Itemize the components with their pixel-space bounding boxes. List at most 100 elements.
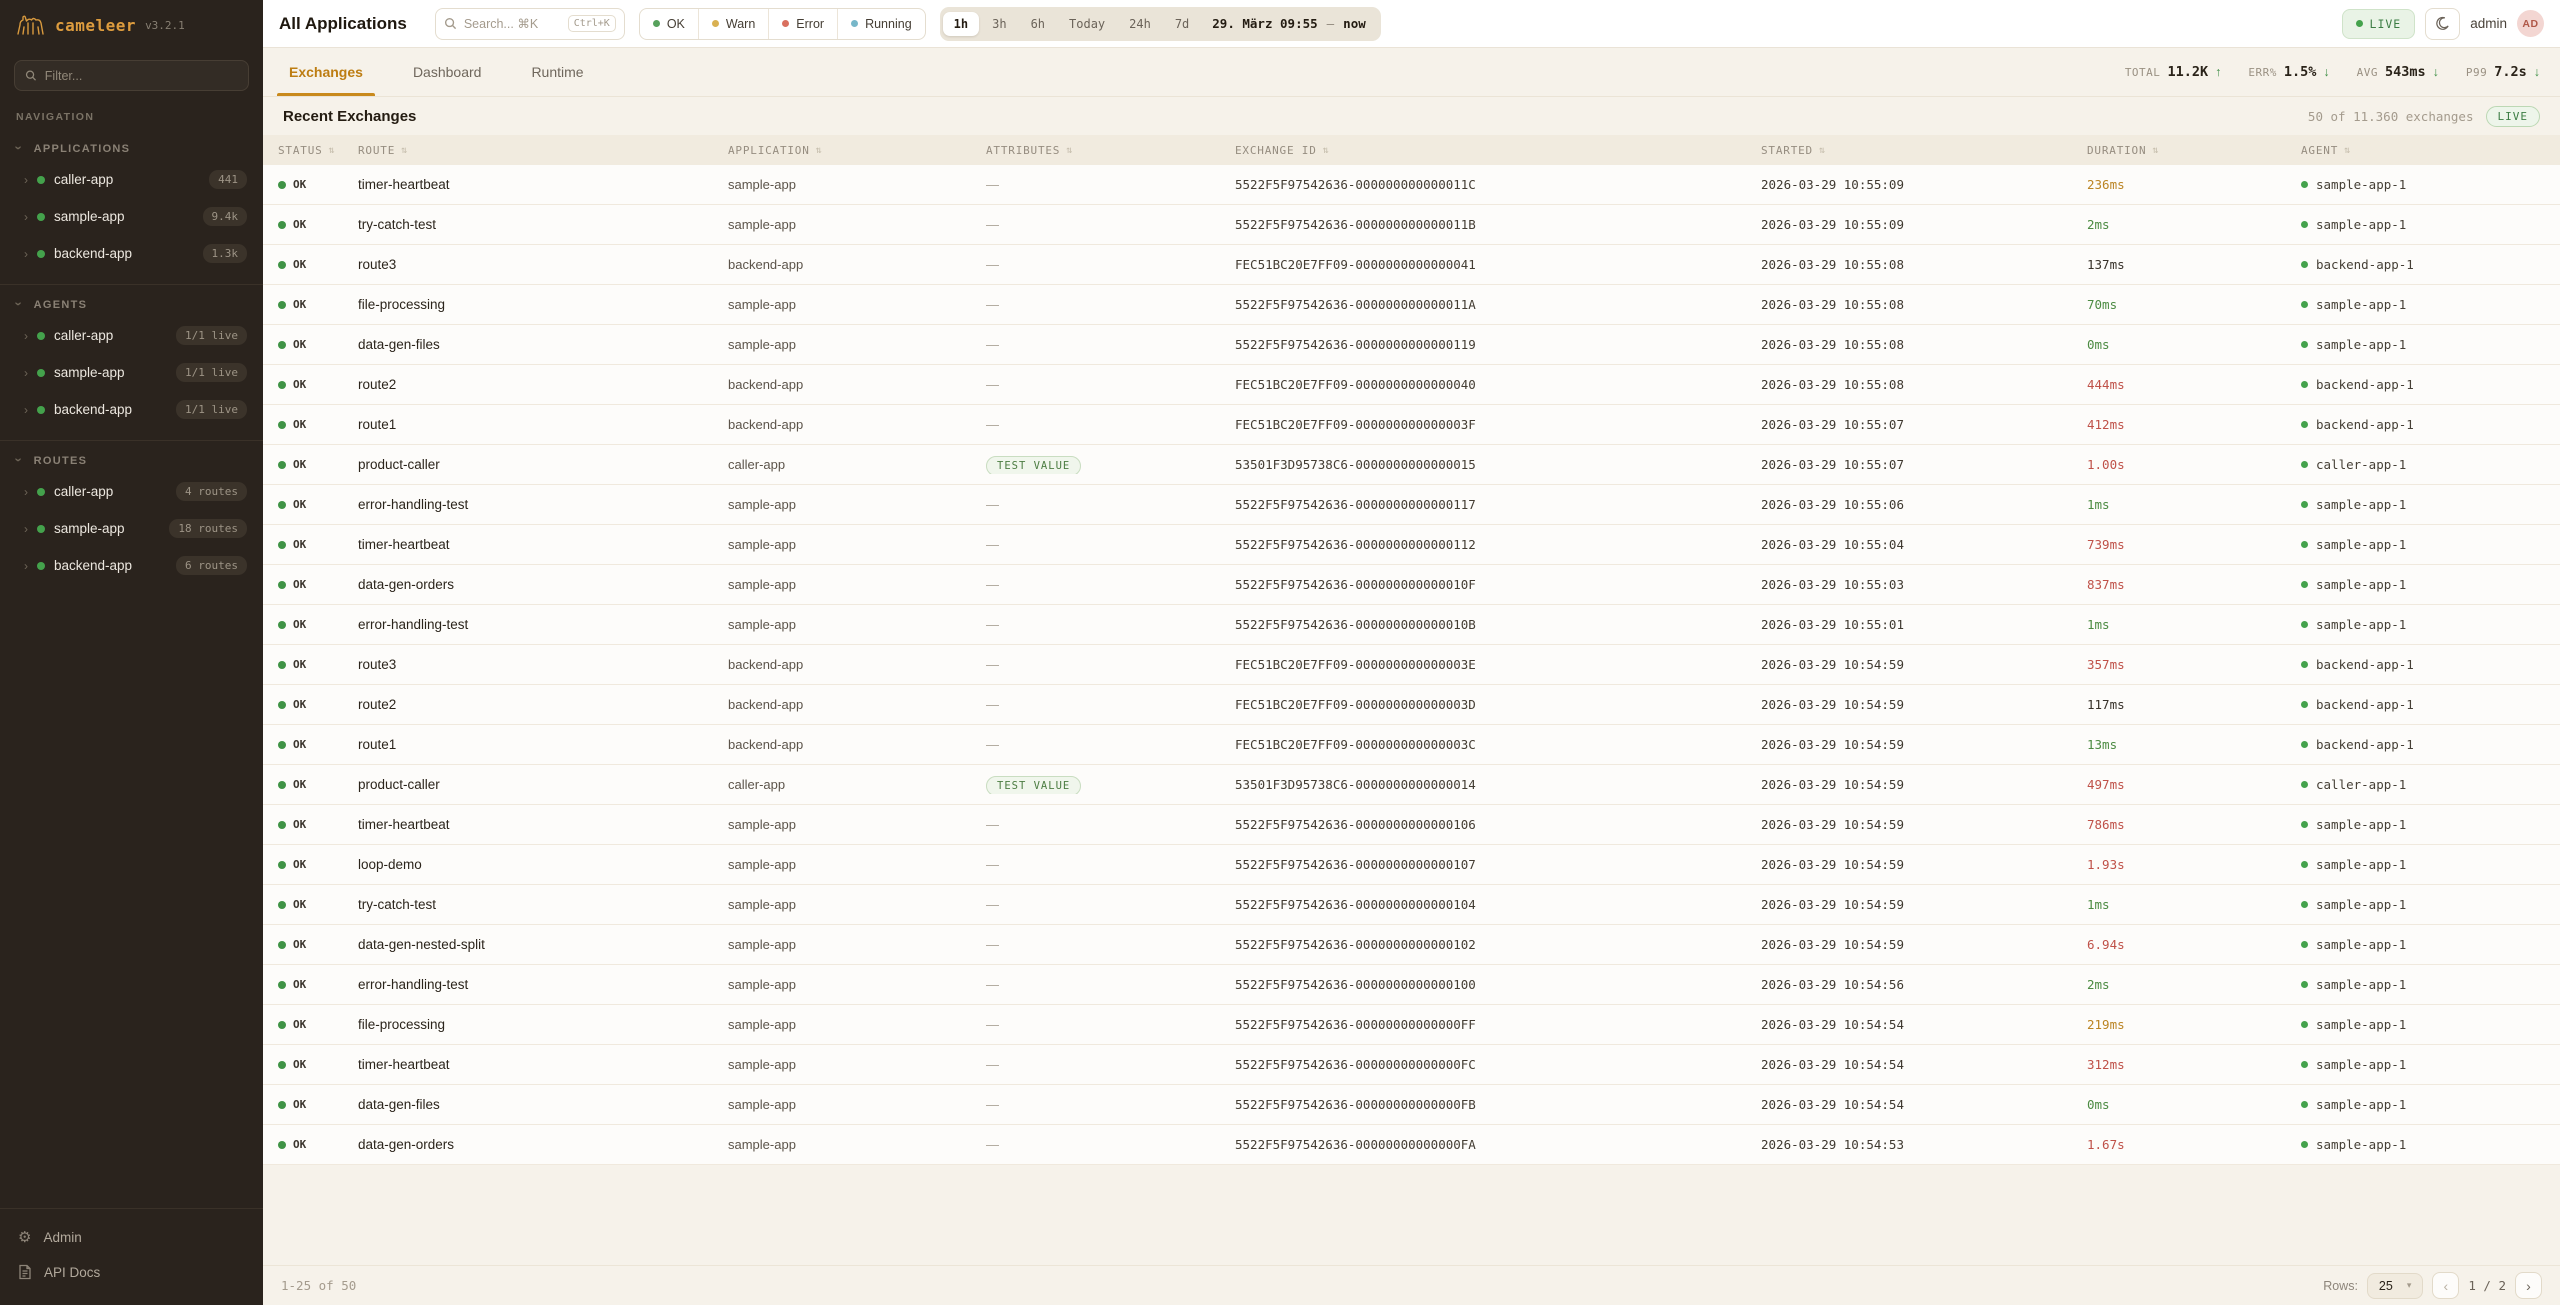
table-row[interactable]: OK timer-heartbeat sample-app — 5522F5F9… <box>263 525 2560 565</box>
live-toggle-button[interactable]: LIVE <box>2342 9 2416 39</box>
status-filter-chip[interactable]: Running <box>837 9 925 39</box>
duration-value: 2ms <box>2087 217 2110 232</box>
table-row[interactable]: OK error-handling-test sample-app — 5522… <box>263 605 2560 645</box>
ok-status-dot <box>278 981 286 989</box>
sort-icon: ⇅ <box>1066 145 1073 156</box>
agent-name: sample-app-1 <box>2316 497 2406 512</box>
table-row[interactable]: OK timer-heartbeat sample-app — 5522F5F9… <box>263 1045 2560 1085</box>
ctrl-k-shortcut: Ctrl+K <box>568 15 616 32</box>
column-header[interactable]: ATTRIBUTES ⇅ <box>986 144 1235 157</box>
previous-page-button[interactable]: ‹ <box>2432 1272 2459 1299</box>
filter-input[interactable] <box>45 69 238 83</box>
column-header[interactable]: EXCHANGE ID ⇅ <box>1235 144 1761 157</box>
exchange-id-cell: 5522F5F97542636-0000000000000102 <box>1235 937 1761 952</box>
search-input[interactable] <box>464 17 561 31</box>
column-header[interactable]: AGENT ⇅ <box>2301 144 2550 157</box>
table-row[interactable]: OK route2 backend-app — FEC51BC20E7FF09-… <box>263 365 2560 405</box>
table-row[interactable]: OK error-handling-test sample-app — 5522… <box>263 485 2560 525</box>
section-header-routes[interactable]: › ROUTES <box>0 445 263 473</box>
column-header[interactable]: APPLICATION ⇅ <box>728 144 986 157</box>
ok-status-dot <box>278 261 286 269</box>
tab[interactable]: Exchanges <box>283 48 369 96</box>
sidebar-item[interactable]: › backend-app 6 routes <box>0 547 263 584</box>
started-cell: 2026-03-29 10:55:01 <box>1761 617 2087 632</box>
rows-per-page-select[interactable]: 25 ▾ <box>2367 1273 2423 1299</box>
time-range-button[interactable]: 3h <box>981 12 1017 36</box>
time-range-button[interactable]: 7d <box>1164 12 1200 36</box>
section-items-agents: › caller-app 1/1 live › sample-app 1/1 l… <box>0 317 263 428</box>
table-row[interactable]: OK data-gen-nested-split sample-app — 55… <box>263 925 2560 965</box>
table-row[interactable]: OK loop-demo sample-app — 5522F5F9754263… <box>263 845 2560 885</box>
sidebar-item[interactable]: › sample-app 1/1 live <box>0 354 263 391</box>
theme-toggle-button[interactable] <box>2425 8 2460 40</box>
sidebar-item[interactable]: › sample-app 18 routes <box>0 510 263 547</box>
agent-cell: sample-app-1 <box>2301 1017 2550 1032</box>
sidebar-item[interactable]: › backend-app 1.3k <box>0 235 263 272</box>
status-cell: OK <box>278 978 358 991</box>
global-search[interactable]: Ctrl+K <box>435 8 625 40</box>
sidebar-item[interactable]: › caller-app 1/1 live <box>0 317 263 354</box>
duration-value: 1.67s <box>2087 1137 2125 1152</box>
sidebar-item-api-docs[interactable]: API Docs <box>0 1255 263 1289</box>
table-row[interactable]: OK route3 backend-app — FEC51BC20E7FF09-… <box>263 245 2560 285</box>
table-row[interactable]: OK data-gen-files sample-app — 5522F5F97… <box>263 1085 2560 1125</box>
status-filter-chip[interactable]: Warn <box>698 9 768 39</box>
table-row[interactable]: OK timer-heartbeat sample-app — 5522F5F9… <box>263 805 2560 845</box>
attributes-cell: — <box>986 616 1235 634</box>
time-range-button[interactable]: 1h <box>943 12 979 36</box>
ok-status-dot <box>278 461 286 469</box>
table-row[interactable]: OK data-gen-orders sample-app — 5522F5F9… <box>263 565 2560 605</box>
attribute-value: — <box>986 937 999 952</box>
caret-down-icon: ▾ <box>2407 1280 2412 1291</box>
exchange-id-cell: FEC51BC20E7FF09-0000000000000041 <box>1235 257 1761 272</box>
sidebar-item[interactable]: › backend-app 1/1 live <box>0 391 263 428</box>
sidebar-item-admin[interactable]: ⚙ Admin <box>0 1219 263 1255</box>
table-row[interactable]: OK file-processing sample-app — 5522F5F9… <box>263 285 2560 325</box>
table-row[interactable]: OK route1 backend-app — FEC51BC20E7FF09-… <box>263 725 2560 765</box>
status-filter-label: Error <box>796 17 824 31</box>
column-header[interactable]: DURATION ⇅ <box>2087 144 2301 157</box>
tab[interactable]: Dashboard <box>407 48 488 96</box>
table-row[interactable]: OK product-caller caller-app TEST VALUE … <box>263 765 2560 805</box>
table-row[interactable]: OK route2 backend-app — FEC51BC20E7FF09-… <box>263 685 2560 725</box>
table-row[interactable]: OK try-catch-test sample-app — 5522F5F97… <box>263 205 2560 245</box>
attribute-value: — <box>986 977 999 992</box>
table-row[interactable]: OK product-caller caller-app TEST VALUE … <box>263 445 2560 485</box>
started-cell: 2026-03-29 10:55:08 <box>1761 297 2087 312</box>
sidebar-item[interactable]: › sample-app 9.4k <box>0 198 263 235</box>
app-logo[interactable]: cameleer v3.2.1 <box>0 0 263 50</box>
agent-status-dot <box>2301 381 2308 388</box>
agent-cell: backend-app-1 <box>2301 417 2550 432</box>
agent-cell: backend-app-1 <box>2301 697 2550 712</box>
column-header[interactable]: ROUTE ⇅ <box>358 144 728 157</box>
section-header-agents[interactable]: › AGENTS <box>0 289 263 317</box>
chevron-right-icon: › <box>24 560 28 572</box>
agent-name: sample-app-1 <box>2316 577 2406 592</box>
next-page-button[interactable]: › <box>2515 1272 2542 1299</box>
table-row[interactable]: OK route1 backend-app — FEC51BC20E7FF09-… <box>263 405 2560 445</box>
date-range-display[interactable]: 29. März 09:55 – now <box>1200 16 1377 31</box>
table-row[interactable]: OK file-processing sample-app — 5522F5F9… <box>263 1005 2560 1045</box>
table-row[interactable]: OK route3 backend-app — FEC51BC20E7FF09-… <box>263 645 2560 685</box>
table-row[interactable]: OK timer-heartbeat sample-app — 5522F5F9… <box>263 165 2560 205</box>
time-range-button[interactable]: 6h <box>1020 12 1056 36</box>
status-filter-chip[interactable]: Error <box>768 9 837 39</box>
avatar[interactable]: AD <box>2517 10 2544 37</box>
table-row[interactable]: OK data-gen-files sample-app — 5522F5F97… <box>263 325 2560 365</box>
duration-cell: 357ms <box>2087 656 2301 674</box>
sidebar-item[interactable]: › caller-app 4 routes <box>0 473 263 510</box>
table-row[interactable]: OK error-handling-test sample-app — 5522… <box>263 965 2560 1005</box>
sidebar-filter[interactable] <box>14 60 249 91</box>
scope-selector[interactable]: All Applications <box>279 14 407 34</box>
sidebar-item[interactable]: › caller-app 441 <box>0 161 263 198</box>
status-filter-chip[interactable]: OK <box>640 9 698 39</box>
section-header-applications[interactable]: › APPLICATIONS <box>0 133 263 161</box>
column-header[interactable]: STARTED ⇅ <box>1761 144 2087 157</box>
tab[interactable]: Runtime <box>525 48 589 96</box>
table-row[interactable]: OK try-catch-test sample-app — 5522F5F97… <box>263 885 2560 925</box>
column-header[interactable]: STATUS ⇅ <box>278 144 358 157</box>
application-cell: sample-app <box>728 937 986 952</box>
table-row[interactable]: OK data-gen-orders sample-app — 5522F5F9… <box>263 1125 2560 1165</box>
time-range-button[interactable]: Today <box>1058 12 1116 36</box>
time-range-button[interactable]: 24h <box>1118 12 1162 36</box>
